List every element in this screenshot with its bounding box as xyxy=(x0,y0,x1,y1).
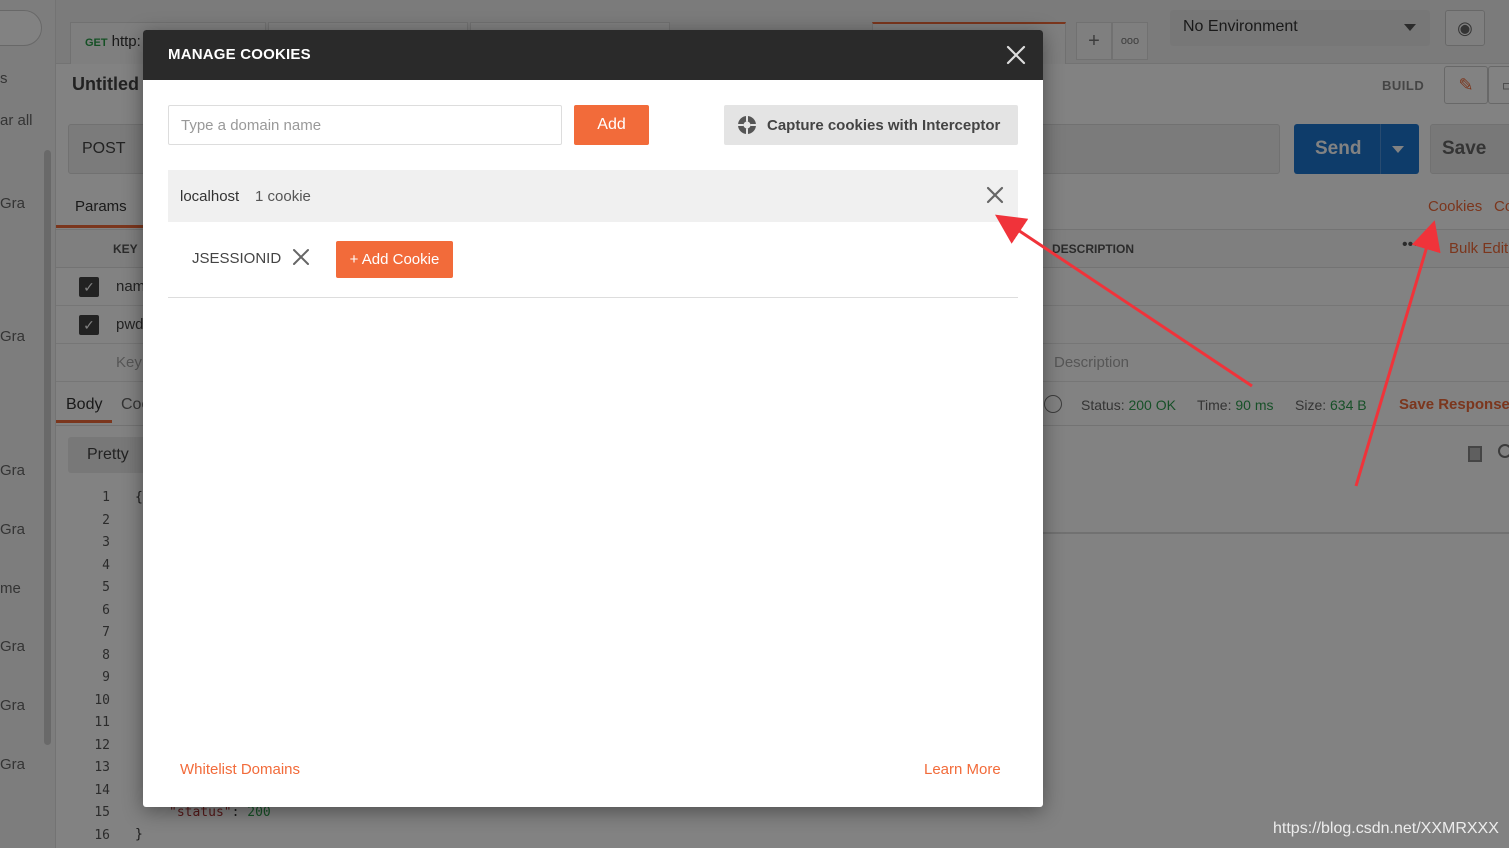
watermark: https://blog.csdn.net/XXMRXXX xyxy=(1273,820,1499,837)
capture-label: Capture cookies with Interceptor xyxy=(767,116,1001,134)
whitelist-domains-link[interactable]: Whitelist Domains xyxy=(180,761,300,778)
interceptor-icon xyxy=(738,116,756,134)
delete-domain-icon[interactable] xyxy=(985,185,1005,205)
add-domain-button[interactable]: Add xyxy=(574,105,649,145)
modal-divider xyxy=(168,297,1018,298)
add-cookie-button[interactable]: + Add Cookie xyxy=(336,241,453,278)
domain-input[interactable] xyxy=(168,105,562,145)
modal-header: MANAGE COOKIES xyxy=(143,30,1043,80)
delete-cookie-icon[interactable] xyxy=(292,248,310,266)
close-icon[interactable] xyxy=(1005,44,1027,66)
manage-cookies-modal: MANAGE COOKIES Add Capture cookies with … xyxy=(143,30,1043,807)
domain-row[interactable]: localhost 1 cookie xyxy=(168,170,1018,222)
capture-interceptor-button[interactable]: Capture cookies with Interceptor xyxy=(724,105,1018,145)
learn-more-link[interactable]: Learn More xyxy=(924,761,1001,778)
cookie-count: 1 cookie xyxy=(255,188,311,205)
modal-title: MANAGE COOKIES xyxy=(168,46,311,63)
domain-name: localhost xyxy=(180,188,240,205)
cookie-name[interactable]: JSESSIONID xyxy=(192,250,281,267)
